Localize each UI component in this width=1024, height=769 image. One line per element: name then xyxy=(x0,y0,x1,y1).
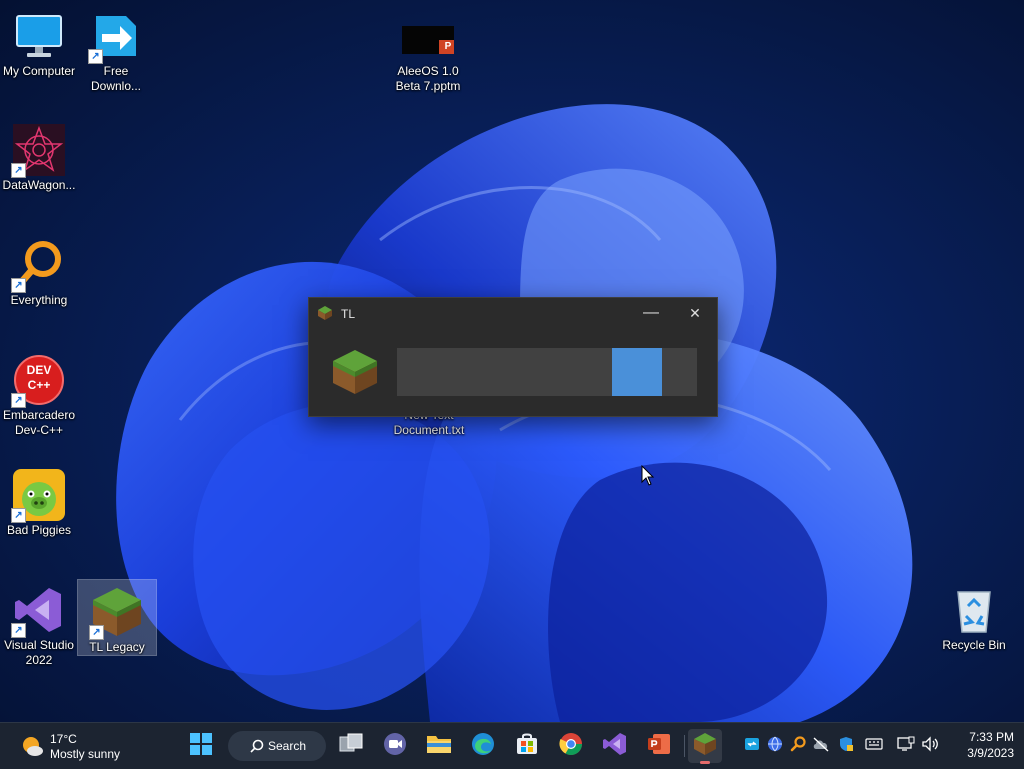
desktop-icon-everything[interactable]: ↗ Everything xyxy=(0,233,78,308)
tray-network-app[interactable] xyxy=(765,734,785,756)
taskbar: 17°C Mostly sunny Search 7:33 PM 3/9/202… xyxy=(0,722,1024,769)
grass-block-icon xyxy=(693,732,717,761)
dev-cpp-badge: DEV C++ xyxy=(26,363,52,392)
desktop-icon-recycle-bin[interactable]: Recycle Bin xyxy=(935,578,1013,653)
shortcut-arrow-icon: ↗ xyxy=(11,278,26,293)
clock-time: 7:33 PM xyxy=(969,730,1014,744)
task-view-icon xyxy=(339,733,363,760)
desktop-icon-bad-piggies[interactable]: ↗ Bad Piggies xyxy=(0,463,78,538)
taskbar-store[interactable] xyxy=(510,729,544,763)
monitor-icon xyxy=(13,10,65,62)
windows-logo-icon xyxy=(190,732,212,760)
shortcut-arrow-icon: ↗ xyxy=(11,508,26,523)
desktop-icon-label: Visual Studio 2022 xyxy=(4,638,74,667)
close-button[interactable]: ✕ xyxy=(673,298,717,328)
shortcut-arrow-icon: ↗ xyxy=(88,49,103,64)
shortcut-arrow-icon: ↗ xyxy=(11,623,26,638)
taskbar-edge[interactable] xyxy=(466,729,500,763)
taskbar-file-explorer[interactable] xyxy=(422,729,456,763)
network-monitor-icon xyxy=(897,736,915,755)
grass-block-logo-icon xyxy=(331,348,379,396)
desktop-icon-free-download-manager[interactable]: ↗ Free Downlo... xyxy=(77,4,155,94)
minimize-button[interactable]: — xyxy=(629,298,673,328)
weather-temperature: 17°C xyxy=(50,732,77,746)
desktop-icon-label: Bad Piggies xyxy=(6,523,72,537)
taskbar-clock[interactable]: 7:33 PM 3/9/2023 xyxy=(950,729,1014,761)
start-button[interactable] xyxy=(184,729,218,763)
desktop-icon-tl-legacy[interactable]: ↗ TL Legacy xyxy=(77,579,157,656)
desktop-icon-visual-studio[interactable]: ↗ Visual Studio 2022 xyxy=(0,578,78,668)
shield-icon xyxy=(838,736,854,755)
speaker-icon xyxy=(921,735,939,755)
window-titlebar[interactable]: TL — ✕ xyxy=(309,298,717,328)
chrome-browser-icon xyxy=(559,732,583,761)
magnifier-icon: ↗ xyxy=(11,239,65,293)
taskbar-teams-chat[interactable] xyxy=(378,729,412,763)
taskbar-tl-legacy[interactable] xyxy=(688,729,722,764)
tray-everything[interactable] xyxy=(788,734,808,756)
dev-cpp-icon: DEV C++ ↗ xyxy=(11,354,65,408)
network-globe-icon xyxy=(767,736,783,755)
shortcut-arrow-icon: ↗ xyxy=(11,163,26,178)
taskbar-search[interactable]: Search xyxy=(228,731,326,761)
shortcut-arrow-icon: ↗ xyxy=(11,393,26,408)
tray-security[interactable] xyxy=(836,734,856,756)
desktop-icon-dev-cpp[interactable]: DEV C++ ↗ Embarcadero Dev-C++ xyxy=(0,348,78,438)
window-title: TL xyxy=(341,307,356,321)
clock-date: 3/9/2023 xyxy=(967,746,1014,760)
desktop-icon-label: TL Legacy xyxy=(89,640,145,654)
taskbar-chrome[interactable] xyxy=(554,729,588,763)
partly-sunny-icon xyxy=(20,734,44,758)
desktop-icon-my-computer[interactable]: My Computer xyxy=(0,4,78,79)
taskbar-separator xyxy=(684,735,685,757)
desktop-icon-label: AleeOS 1.0 Beta 7.pptm xyxy=(395,64,461,93)
weather-widget[interactable]: 17°C Mostly sunny xyxy=(18,729,148,763)
search-label: Search xyxy=(268,739,307,753)
search-icon xyxy=(250,739,264,756)
desktop-icon-label: Recycle Bin xyxy=(942,638,1006,652)
desktop-icon-label: My Computer xyxy=(2,64,76,78)
datawagon-star-icon: ↗ xyxy=(11,124,65,178)
cloud-offline-icon xyxy=(812,736,830,755)
chat-camera-icon xyxy=(383,732,407,761)
tl-loading-window[interactable]: TL — ✕ xyxy=(308,297,718,417)
bad-piggies-icon: ↗ xyxy=(11,469,65,523)
tray-keyboard[interactable] xyxy=(864,734,884,756)
keyboard-icon xyxy=(865,737,883,754)
folder-icon xyxy=(426,733,452,760)
grass-block-icon: ↗ xyxy=(89,586,143,640)
store-bag-icon xyxy=(515,732,539,761)
shortcut-arrow-icon: ↗ xyxy=(89,625,104,640)
weather-description: Mostly sunny xyxy=(50,747,121,761)
desktop-icon-aleeos-pptm[interactable]: P AleeOS 1.0 Beta 7.pptm xyxy=(389,4,467,94)
powerpoint-badge-icon: P xyxy=(444,41,452,52)
desktop-icon-label: Everything xyxy=(10,293,68,307)
grass-block-app-icon xyxy=(318,306,332,320)
edge-browser-icon xyxy=(471,732,495,761)
loading-progress-bar xyxy=(397,348,697,396)
visual-studio-icon xyxy=(603,732,627,761)
desktop-icon-label: Free Downlo... xyxy=(90,64,142,93)
recycle-bin-icon xyxy=(948,584,1000,636)
tray-volume[interactable] xyxy=(920,734,940,756)
download-arrow-icon: ↗ xyxy=(88,10,142,64)
desktop-icon-datawagon[interactable]: ↗ DataWagon... xyxy=(0,118,78,193)
mouse-cursor-icon xyxy=(641,464,655,487)
pptm-file-icon: P xyxy=(402,10,454,62)
desktop-icon-label: Embarcadero Dev-C++ xyxy=(2,408,76,437)
magnifier-icon xyxy=(790,735,806,755)
tray-sync-app[interactable] xyxy=(742,734,762,756)
tray-network[interactable] xyxy=(896,734,916,756)
desktop-icon-label: DataWagon... xyxy=(2,178,76,192)
sync-icon xyxy=(744,736,760,755)
taskbar-visual-studio[interactable] xyxy=(598,729,632,763)
taskbar-powerpoint[interactable] xyxy=(642,729,676,763)
powerpoint-icon xyxy=(647,732,671,761)
tray-onedrive[interactable] xyxy=(811,734,831,756)
taskbar-task-view[interactable] xyxy=(334,729,368,763)
loading-progress-indicator xyxy=(612,348,662,396)
visual-studio-icon: ↗ xyxy=(11,584,65,638)
